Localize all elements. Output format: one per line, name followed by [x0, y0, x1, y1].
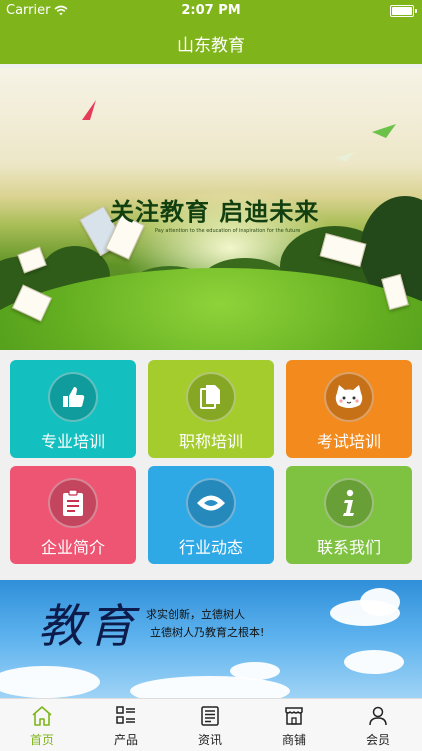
tab-label: 资讯	[197, 733, 222, 747]
tab-news[interactable]: 资讯	[168, 699, 252, 751]
info-icon	[324, 478, 374, 528]
store-icon	[285, 707, 303, 725]
hero-banner[interactable]: 关注教育 启迪未来 Pay attention to the education…	[0, 68, 422, 350]
tab-member[interactable]: 会员	[336, 699, 420, 751]
feature-grid: 专业培训 职称培训 考试培训 企业简介 行业动态 联系我们	[10, 360, 412, 564]
home-icon	[32, 706, 52, 726]
tab-home[interactable]: 首页	[0, 699, 84, 751]
paper-plane-icon	[372, 124, 396, 138]
tile-label: 联系我们	[316, 538, 381, 557]
tile-title-training[interactable]: 职称培训	[148, 360, 274, 458]
status-time: 2:07 PM	[181, 3, 241, 18]
tile-industry-news[interactable]: 行业动态	[148, 466, 274, 564]
banner-headline: 关注教育 启迪未来	[110, 198, 320, 226]
user-icon	[369, 706, 387, 726]
banner-subtitle: Pay attention to the education of inspir…	[155, 228, 301, 234]
clipboard-icon	[48, 478, 98, 528]
app-header: Carrier 2:07 PM 山东教育	[0, 0, 422, 64]
promo-line-2: 立德树人乃教育之根本!	[150, 626, 265, 639]
status-bar: Carrier 2:07 PM	[0, 0, 422, 22]
promo-line-1: 求实创新，立德树人	[146, 608, 245, 621]
cat-face-icon	[324, 372, 374, 422]
promo-calligraphy: 教育	[38, 599, 138, 653]
news-icon	[201, 706, 219, 726]
thumbs-up-icon	[48, 372, 98, 422]
tile-label: 考试培训	[316, 432, 381, 451]
cloud-shape	[0, 666, 100, 698]
tab-label: 产品	[113, 733, 138, 747]
tab-label: 商铺	[281, 733, 306, 747]
tile-label: 专业培训	[40, 432, 105, 451]
tile-label: 行业动态	[178, 538, 243, 557]
tile-label: 企业简介	[40, 538, 105, 557]
cloud-shape	[360, 588, 400, 616]
tile-professional-training[interactable]: 专业培训	[10, 360, 136, 458]
promo-banner[interactable]: 教育 求实创新，立德树人 立德树人乃教育之根本!	[0, 580, 422, 698]
tile-company-intro[interactable]: 企业简介	[10, 466, 136, 564]
documents-icon	[186, 372, 236, 422]
tab-label: 首页	[29, 733, 54, 747]
battery-icon	[390, 5, 417, 17]
eye-icon	[186, 478, 236, 528]
tab-label: 会员	[365, 733, 390, 747]
tile-label: 职称培训	[178, 432, 243, 451]
paper-plane-icon	[336, 152, 354, 162]
page-title: 山东教育	[177, 36, 245, 56]
tile-contact-us[interactable]: 联系我们	[286, 466, 412, 564]
cloud-shape	[130, 676, 290, 698]
bottom-tab-bar: 首页 产品 资讯 商铺 会员	[0, 698, 422, 751]
product-list-icon	[116, 706, 135, 724]
tab-store[interactable]: 商铺	[252, 699, 336, 751]
cloud-shape	[344, 650, 404, 674]
tab-products[interactable]: 产品	[84, 699, 168, 751]
tile-exam-training[interactable]: 考试培训	[286, 360, 412, 458]
paper-plane-icon	[82, 100, 96, 120]
